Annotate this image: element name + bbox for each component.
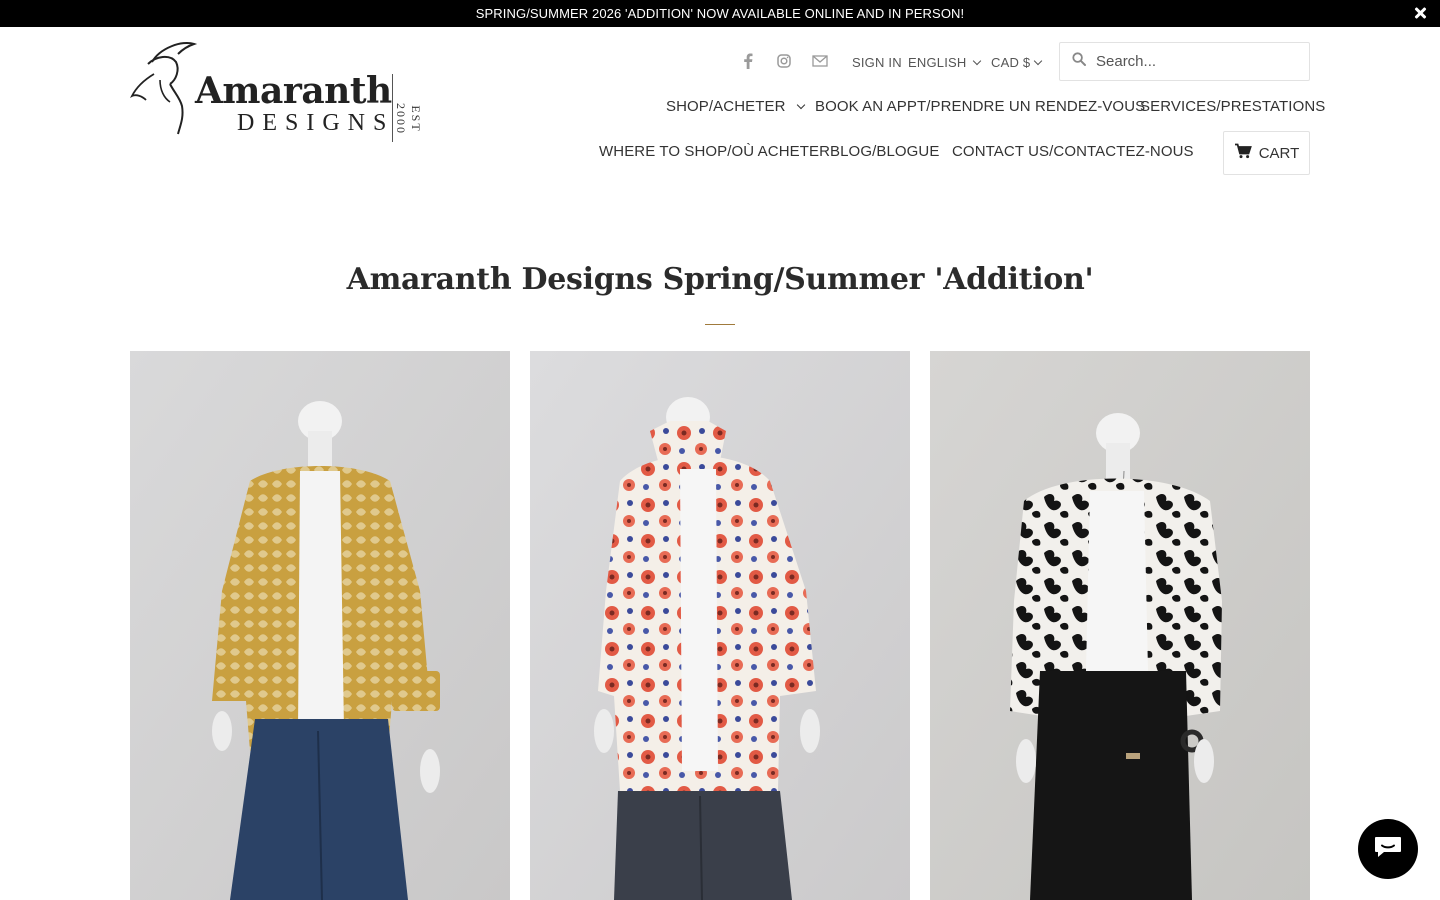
product-image — [130, 351, 510, 900]
chevron-down-icon — [796, 100, 805, 109]
chat-button[interactable] — [1358, 819, 1418, 879]
logo-wordmark: Amaranth — [195, 70, 392, 112]
search-box[interactable] — [1059, 42, 1310, 81]
page-title: Amaranth Designs Spring/Summer 'Addition… — [346, 262, 1094, 297]
nav-where-to-shop[interactable]: WHERE TO SHOP/OÙ ACHETER — [599, 143, 830, 160]
search-input[interactable] — [1096, 53, 1296, 70]
language-selector[interactable]: ENGLISH — [908, 55, 982, 70]
chevron-down-icon — [973, 56, 982, 65]
announcement-bar: SPRING/SUMMER 2026 'ADDITION' NOW AVAILA… — [0, 0, 1440, 27]
product-image — [930, 351, 1310, 900]
logo-established: EST 2000 — [394, 103, 423, 135]
nav-contact[interactable]: CONTACT US/CONTACTEZ-NOUS — [952, 143, 1194, 160]
instagram-icon[interactable] — [776, 52, 792, 70]
site-logo[interactable]: Amaranth DESIGNS EST 2000 — [130, 40, 423, 146]
chevron-down-icon — [1034, 56, 1043, 65]
nav-blog[interactable]: BLOG/BLOGUE — [830, 143, 939, 160]
nav-shop[interactable]: SHOP/ACHETER — [666, 98, 805, 115]
facebook-icon[interactable] — [740, 52, 756, 70]
product-card[interactable] — [930, 351, 1310, 900]
chat-icon — [1373, 834, 1403, 865]
announcement-text: SPRING/SUMMER 2026 'ADDITION' NOW AVAILA… — [475, 6, 965, 21]
currency-label: CAD $ — [991, 55, 1031, 70]
title-divider — [705, 324, 735, 325]
email-icon[interactable] — [812, 52, 828, 70]
product-image — [530, 351, 910, 900]
logo-subtitle: DESIGNS — [237, 110, 395, 136]
nav-services[interactable]: SERVICES/PRESTATIONS — [1140, 98, 1325, 115]
language-label: ENGLISH — [908, 55, 967, 70]
search-icon — [1072, 52, 1086, 71]
nav-shop-label: SHOP/ACHETER — [666, 98, 786, 115]
cart-label: CART — [1258, 144, 1300, 162]
currency-selector[interactable]: CAD $ — [991, 55, 1043, 70]
cart-button[interactable]: CART — [1223, 131, 1310, 175]
sign-in-link[interactable]: SIGN IN — [852, 55, 902, 70]
cart-icon — [1234, 143, 1252, 163]
product-card[interactable] — [530, 351, 910, 900]
close-icon[interactable] — [1412, 5, 1428, 21]
nav-book-appointment[interactable]: BOOK AN APPT/PRENDRE UN RENDEZ-VOUS — [815, 98, 1145, 115]
product-card[interactable] — [130, 351, 510, 900]
